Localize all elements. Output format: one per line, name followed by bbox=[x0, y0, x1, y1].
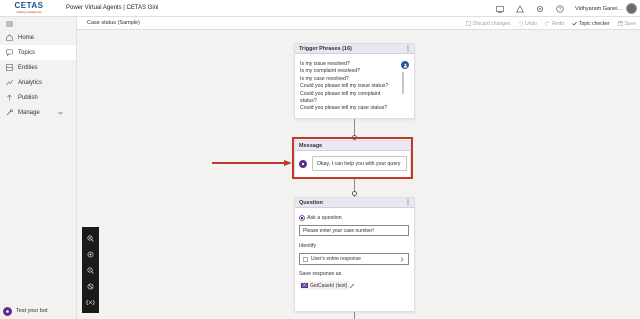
nav-item-topics[interactable]: Topics bbox=[0, 45, 76, 60]
identify-dropdown[interactable]: User's entire response bbox=[299, 253, 409, 265]
trigger-phrase: status? bbox=[300, 98, 317, 105]
nav-item-publish[interactable]: Publish bbox=[0, 90, 76, 105]
recenter-icon[interactable] bbox=[87, 251, 94, 258]
undo-icon bbox=[518, 21, 523, 26]
trigger-phrase: Is my issue resolved? bbox=[300, 61, 350, 67]
test-bot-label: Test your bot bbox=[16, 308, 48, 314]
bot-icon bbox=[3, 306, 12, 316]
identify-value: User's entire response bbox=[311, 256, 361, 262]
nav-label-publish: Publish bbox=[18, 94, 38, 101]
trigger-phrase-list: Is my issue resolved? Is my complaint re… bbox=[300, 61, 400, 113]
redo-button[interactable]: Redo bbox=[545, 21, 564, 27]
manage-icon bbox=[6, 109, 13, 116]
save-response-label: Save response as bbox=[299, 271, 342, 277]
nav-item-entities[interactable]: Entities bbox=[0, 60, 76, 75]
trigger-phrase: Could you please tell my case status? bbox=[300, 105, 388, 112]
question-node-header: Question ⋮ bbox=[295, 198, 414, 208]
nav-label-entities: Entities bbox=[18, 64, 38, 71]
undo-button[interactable]: Undo bbox=[518, 21, 537, 27]
zoom-in-icon[interactable] bbox=[87, 234, 94, 242]
logo-subtitle: making intelligence bbox=[16, 10, 42, 14]
save-label: Save bbox=[624, 20, 636, 27]
topic-checker-icon bbox=[572, 21, 577, 26]
trigger-phrases-node[interactable]: Trigger Phrases (16) ⋮ Is my issue resol… bbox=[294, 43, 415, 119]
alert-icon[interactable] bbox=[515, 4, 525, 14]
annotation-arrow bbox=[212, 160, 292, 166]
nav-item-home[interactable]: Home bbox=[0, 30, 76, 45]
help-icon[interactable]: ? bbox=[555, 4, 565, 14]
save-button[interactable]: Save bbox=[617, 20, 636, 27]
nav-label-analytics: Analytics bbox=[18, 79, 43, 86]
topic-name: Case status (Sample) bbox=[87, 20, 140, 26]
svg-text:?: ? bbox=[559, 6, 562, 12]
question-text-input[interactable]: Please enter your case number! bbox=[299, 225, 409, 236]
environment-icon[interactable] bbox=[495, 4, 505, 14]
nav-item-manage[interactable]: Manage bbox=[0, 105, 76, 120]
ask-question-radio-icon[interactable] bbox=[299, 215, 305, 221]
top-icons: ? Vidhyaram Ganei... bbox=[495, 0, 640, 17]
variable-icon: {x} bbox=[301, 283, 308, 288]
test-your-bot-button[interactable]: Test your bot bbox=[0, 303, 77, 319]
publish-icon bbox=[7, 94, 12, 101]
undo-label: Undo bbox=[525, 20, 538, 27]
entity-icon bbox=[303, 256, 308, 262]
trigger-phrase: Is my complaint resolved? bbox=[300, 68, 360, 75]
redo-icon bbox=[545, 21, 550, 26]
toolbar-actions: Discard changes Undo Redo Topic checker … bbox=[458, 17, 636, 30]
question-text: Please enter your case number! bbox=[303, 227, 374, 234]
chevron-down-icon bbox=[58, 111, 63, 114]
topic-checker-label: Topic checker bbox=[579, 20, 610, 27]
zoom-out-icon[interactable] bbox=[87, 266, 94, 274]
variable-type: (text) bbox=[335, 282, 348, 289]
trigger-node-title: Trigger Phrases (16) bbox=[299, 45, 352, 52]
variable-name: GetCaseId bbox=[310, 282, 334, 289]
trigger-phrase: Could you please tell my issue status? bbox=[300, 83, 389, 90]
node-menu-icon[interactable]: ⋮ bbox=[405, 199, 411, 206]
trigger-node-header: Trigger Phrases (16) ⋮ bbox=[295, 44, 414, 54]
identify-label: Identify bbox=[299, 243, 317, 249]
trigger-phrase: Is my case resolved? bbox=[300, 75, 349, 82]
topics-icon bbox=[6, 49, 13, 56]
flow-connector bbox=[354, 312, 355, 319]
nav-label-home: Home bbox=[18, 34, 35, 41]
analytics-icon bbox=[6, 79, 13, 86]
edit-pencil-icon[interactable] bbox=[349, 283, 355, 289]
discard-changes-button[interactable]: Discard changes bbox=[466, 21, 510, 27]
redo-label: Redo bbox=[552, 20, 565, 27]
user-name[interactable]: Vidhyaram Ganei... bbox=[575, 6, 622, 12]
chevron-right-icon bbox=[400, 256, 404, 262]
topic-toolbar: Case status (Sample) Discard changes Und… bbox=[77, 17, 640, 30]
home-icon bbox=[6, 34, 13, 41]
nav-label-topics: Topics bbox=[18, 49, 36, 56]
entities-icon bbox=[6, 64, 13, 71]
hamburger-menu-icon[interactable] bbox=[0, 17, 76, 30]
ask-question-label: Ask a question bbox=[307, 215, 342, 221]
app-title: Power Virtual Agents | CETAS Gini bbox=[66, 5, 159, 11]
annotation-highlight-box bbox=[292, 137, 413, 179]
top-bar: CETAS making intelligence Power Virtual … bbox=[0, 0, 640, 17]
canvas-zoom-controls: {x} bbox=[82, 227, 99, 313]
nav-item-analytics[interactable]: Analytics bbox=[0, 75, 76, 90]
trigger-phrase: Could you please tell my complaint bbox=[300, 90, 381, 97]
nav-label-manage: Manage bbox=[18, 109, 40, 116]
question-node-title: Question bbox=[299, 199, 323, 206]
discard-label: Discard changes bbox=[472, 20, 511, 27]
settings-gear-icon[interactable] bbox=[535, 4, 545, 14]
user-avatar[interactable] bbox=[626, 3, 637, 14]
reset-zoom-icon[interactable] bbox=[87, 283, 94, 290]
node-menu-icon[interactable]: ⋮ bbox=[405, 45, 411, 52]
flow-connector-dot[interactable] bbox=[352, 191, 357, 196]
question-node[interactable]: Question ⋮ Ask a question Please enter y… bbox=[294, 197, 415, 312]
save-icon bbox=[617, 21, 623, 26]
cetas-logo[interactable]: CETAS making intelligence bbox=[0, 0, 58, 17]
discard-icon bbox=[466, 21, 471, 26]
logo-text: CETAS bbox=[14, 1, 44, 10]
left-nav: Home Topics Entities Analytics Publish M… bbox=[0, 17, 77, 319]
variables-icon[interactable]: {x} bbox=[86, 299, 96, 306]
topic-checker-button[interactable]: Topic checker bbox=[572, 21, 610, 27]
phrase-list-scrollbar[interactable] bbox=[402, 72, 404, 94]
user-avatar-icon bbox=[401, 61, 409, 69]
variable-chip[interactable]: {x} GetCaseId (text) bbox=[299, 281, 350, 290]
